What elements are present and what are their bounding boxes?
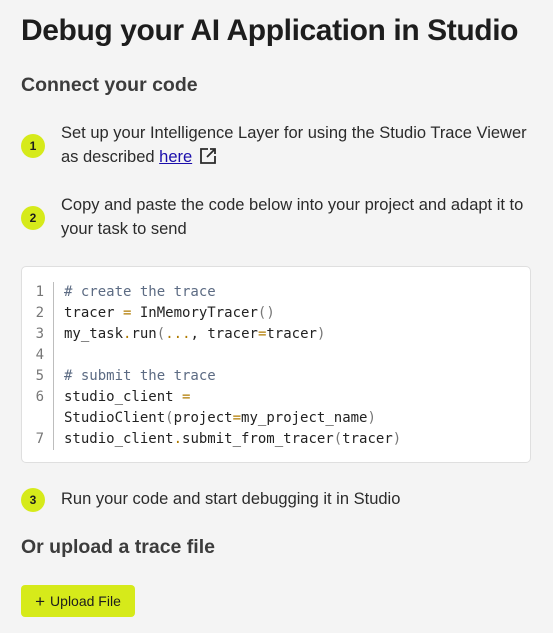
code-snippet[interactable]: 1 # create the trace 2 tracer = InMemoryTra… [21,266,531,463]
page-title: Debug your AI Application in Studio [21,14,519,47]
code-line: 1 # create the trace [22,282,530,303]
line-number [22,408,54,429]
plus-icon: + [35,591,46,611]
step-description: Set up your Intelligence Layer for using… [61,124,527,166]
code-line: 7 studio_client.submit_from_tracer(tracer… [22,429,530,450]
studio-page: Debug your AI Application in Studio Conn… [0,0,553,633]
code-line: 2 tracer = InMemoryTracer() [22,303,530,324]
code-text: studio_client = [64,389,191,405]
code-text: StudioClient(project=my_project_name) [64,410,376,426]
line-number: 1 [22,282,54,303]
upload-file-button[interactable]: + Upload File [21,585,135,617]
step-text: Run your code and start debugging it in … [61,490,401,508]
code-line: 3 my_task.run(..., tracer=tracer) [22,324,530,345]
code-text: # submit the trace [64,368,216,384]
external-link-icon[interactable] [198,146,218,173]
docs-link[interactable]: here [159,148,192,166]
line-number: 3 [22,324,54,345]
line-number: 6 [22,387,54,408]
step-number-badge: 3 [21,488,45,512]
line-number: 2 [22,303,54,324]
code-text: my_task.run(..., tracer=tracer) [64,326,326,342]
code-block: 1 # create the trace 2 tracer = InMemoryTra… [22,282,530,450]
line-number: 5 [22,366,54,387]
code-text: studio_client.submit_from_tracer(tracer) [64,431,402,447]
line-number: 7 [22,429,54,450]
code-line: StudioClient(project=my_project_name) [22,408,530,429]
code-text: # create the trace [64,284,216,300]
step-number-badge: 2 [21,206,45,230]
step-number-badge: 1 [21,134,45,158]
code-line: 5 # submit the trace [22,366,530,387]
step-text: Set up your Intelligence Layer for using… [61,121,531,173]
code-line: 6 studio_client = [22,387,530,408]
step-text: Copy and paste the code below into your … [61,196,524,238]
code-text: tracer = InMemoryTracer() [64,305,275,321]
code-line: 4 [22,345,530,366]
connect-heading: Connect your code [21,74,198,96]
line-number: 4 [22,345,54,366]
upload-file-label: Upload File [50,593,121,609]
upload-heading: Or upload a trace file [21,536,215,558]
